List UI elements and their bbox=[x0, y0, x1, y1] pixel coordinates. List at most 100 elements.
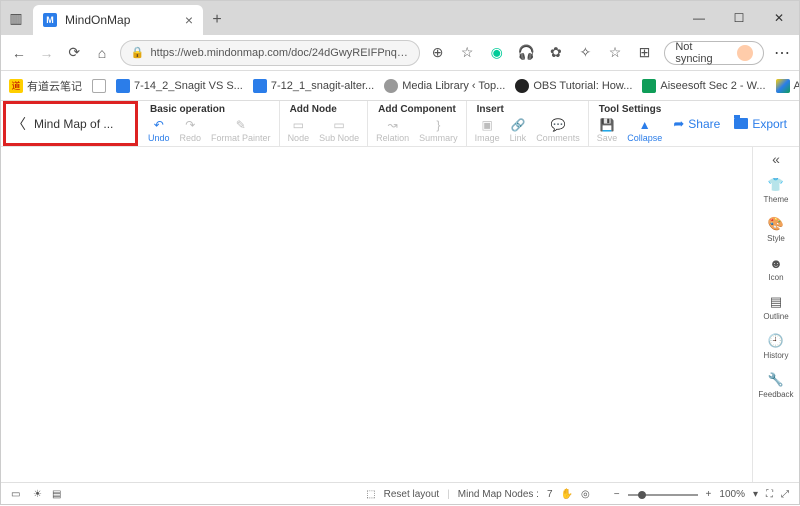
bookmark-item[interactable]: 道有道云笔记 bbox=[9, 78, 82, 94]
maximize-button[interactable]: ☐ bbox=[719, 1, 759, 35]
browser-toolbar: ← → ⟳ ⌂ 🔒 https://web.mindonmap.com/doc/… bbox=[1, 35, 799, 71]
browser-tab[interactable]: M MindOnMap × bbox=[33, 5, 203, 35]
share-icon: ➦ bbox=[673, 116, 684, 132]
brightness-icon[interactable]: ☀ bbox=[33, 489, 42, 500]
search-icon[interactable]: ⊕ bbox=[428, 43, 448, 63]
mindmap-canvas[interactable] bbox=[1, 147, 752, 482]
share-button[interactable]: ➦Share bbox=[673, 116, 720, 132]
zoom-value: 100% bbox=[719, 489, 745, 500]
sidepanel-style[interactable]: 🎨Style bbox=[767, 216, 785, 243]
add-node-button[interactable]: ▭Node bbox=[288, 118, 310, 143]
favicon-icon: M bbox=[43, 13, 57, 27]
sync-label: Not syncing bbox=[675, 41, 731, 65]
insert-image-button[interactable]: ▣Image bbox=[475, 118, 500, 143]
zoom-out-button[interactable]: − bbox=[614, 489, 620, 500]
collections2-icon[interactable]: ⊞ bbox=[635, 43, 655, 63]
summary-button[interactable]: }Summary bbox=[419, 118, 458, 143]
bookmarks-bar: 道有道云笔记 7-14_2_Snagit VS S... 7-12_1_snag… bbox=[1, 71, 799, 101]
tab-actions-button[interactable]: ▥ bbox=[1, 1, 31, 35]
nodes-count: 7 bbox=[547, 489, 553, 500]
bookmark-item[interactable]: Media Library ‹ Top... bbox=[384, 79, 505, 93]
back-button[interactable]: ← bbox=[9, 43, 29, 63]
folder-icon bbox=[734, 118, 748, 129]
sidepanel-outline[interactable]: ▤Outline bbox=[763, 294, 788, 321]
gsheet-icon bbox=[642, 79, 656, 93]
more-menu-button[interactable]: ⋯ bbox=[774, 43, 791, 63]
location-icon[interactable]: ◎ bbox=[581, 489, 590, 500]
sidepanel-icon[interactable]: ☻Icon bbox=[768, 255, 784, 282]
app-toolbar: 〈 Mind Map of ... Basic operation ↶Undo … bbox=[1, 101, 799, 147]
grammarly-icon[interactable]: ◉ bbox=[487, 43, 507, 63]
summary-icon: } bbox=[430, 118, 446, 132]
zoom-in-button[interactable]: + bbox=[706, 489, 712, 500]
reset-layout-icon[interactable]: ⬚ bbox=[366, 489, 375, 500]
obs-icon bbox=[515, 79, 529, 93]
doc-title: Mind Map of ... bbox=[34, 117, 113, 131]
presentation-icon[interactable]: ▭ bbox=[11, 489, 23, 501]
center-icon[interactable]: ⛶ bbox=[766, 489, 773, 500]
bookmark-item[interactable]: 7-12_1_snagit-alter... bbox=[253, 79, 374, 93]
zoom-slider[interactable] bbox=[628, 494, 698, 496]
forward-button[interactable]: → bbox=[37, 43, 57, 63]
redo-button[interactable]: ↷Redo bbox=[180, 118, 202, 143]
sidepanel-history[interactable]: 🕘History bbox=[764, 333, 789, 360]
bookmark-item[interactable]: Aiseesoft Sec 2 - W... bbox=[642, 79, 765, 93]
close-tab-icon[interactable]: × bbox=[185, 12, 193, 28]
save-button[interactable]: 💾Save bbox=[597, 118, 618, 143]
url-text: https://web.mindonmap.com/doc/24dGwyREIF… bbox=[151, 47, 409, 59]
group-label: Add Node bbox=[288, 101, 360, 115]
sidepanel-theme[interactable]: 👕Theme bbox=[764, 177, 789, 204]
youdao-icon: 道 bbox=[9, 79, 23, 93]
sidepanel-feedback[interactable]: 🔧Feedback bbox=[758, 372, 793, 399]
group-label: Tool Settings bbox=[597, 101, 663, 115]
outline-icon: ▤ bbox=[768, 294, 784, 310]
window-titlebar: ▥ M MindOnMap × + — ☐ ✕ bbox=[1, 1, 799, 35]
toolbar-group-basic: Basic operation ↶Undo ↷Redo ✎Format Pain… bbox=[140, 101, 280, 146]
back-icon: 〈 bbox=[12, 114, 26, 134]
relation-icon: ↝ bbox=[385, 118, 401, 132]
smile-icon: ☻ bbox=[768, 255, 784, 271]
group-label: Basic operation bbox=[148, 101, 271, 115]
add-subnode-button[interactable]: ▭Sub Node bbox=[319, 118, 359, 143]
sync-status-button[interactable]: Not syncing bbox=[664, 41, 764, 65]
toolbar-actions: ⊕ ☆ ◉ 🎧 ✿ ✧ ☆ ⊞ Not syncing ⋯ bbox=[428, 41, 791, 65]
close-window-button[interactable]: ✕ bbox=[759, 1, 799, 35]
refresh-button[interactable]: ⟳ bbox=[64, 43, 84, 63]
favorite-icon[interactable]: ☆ bbox=[457, 43, 477, 63]
sidepanel-collapse-button[interactable]: « bbox=[772, 151, 780, 167]
bookmark-item[interactable]: Article-Drafts - Goo... bbox=[776, 79, 799, 93]
save-icon: 💾 bbox=[599, 118, 615, 132]
hand-icon[interactable]: ✋ bbox=[561, 489, 573, 500]
home-button[interactable]: ⌂ bbox=[92, 43, 112, 63]
main-area: « 👕Theme 🎨Style ☻Icon ▤Outline 🕘History … bbox=[1, 147, 799, 482]
favorites-icon[interactable]: ☆ bbox=[605, 43, 625, 63]
insert-comment-button[interactable]: 💬Comments bbox=[536, 118, 580, 143]
link-icon: 🔗 bbox=[510, 118, 526, 132]
export-button[interactable]: Export bbox=[734, 117, 787, 131]
window-icon[interactable]: ▤ bbox=[52, 489, 61, 500]
bookmark-item[interactable]: OBS Tutorial: How... bbox=[515, 79, 632, 93]
fullscreen-icon[interactable]: ⤢ bbox=[781, 489, 789, 500]
wrench-icon: 🔧 bbox=[768, 372, 784, 388]
avatar-icon bbox=[737, 45, 753, 61]
address-bar[interactable]: 🔒 https://web.mindonmap.com/doc/24dGwyRE… bbox=[120, 40, 420, 66]
nodes-label: Mind Map Nodes : bbox=[458, 489, 539, 500]
window-controls: — ☐ ✕ bbox=[679, 1, 799, 35]
minimize-button[interactable]: — bbox=[679, 1, 719, 35]
insert-link-button[interactable]: 🔗Link bbox=[510, 118, 527, 143]
headphones-icon[interactable]: 🎧 bbox=[517, 43, 537, 63]
zoom-dropdown-icon[interactable]: ▾ bbox=[753, 489, 758, 500]
format-painter-button[interactable]: ✎Format Painter bbox=[211, 118, 271, 143]
extensions-icon[interactable]: ✿ bbox=[546, 43, 566, 63]
bookmark-item[interactable] bbox=[92, 79, 106, 93]
relation-button[interactable]: ↝Relation bbox=[376, 118, 409, 143]
doc-title-back[interactable]: 〈 Mind Map of ... bbox=[3, 101, 138, 146]
undo-button[interactable]: ↶Undo bbox=[148, 118, 170, 143]
reset-layout-button[interactable]: Reset layout bbox=[384, 489, 440, 500]
collapse-icon: ▲ bbox=[637, 118, 653, 132]
palette-icon: 🎨 bbox=[768, 216, 784, 232]
new-tab-button[interactable]: + bbox=[203, 5, 231, 35]
collapse-button[interactable]: ▲Collapse bbox=[627, 118, 662, 143]
collections-icon[interactable]: ✧ bbox=[576, 43, 596, 63]
bookmark-item[interactable]: 7-14_2_Snagit VS S... bbox=[116, 79, 243, 93]
